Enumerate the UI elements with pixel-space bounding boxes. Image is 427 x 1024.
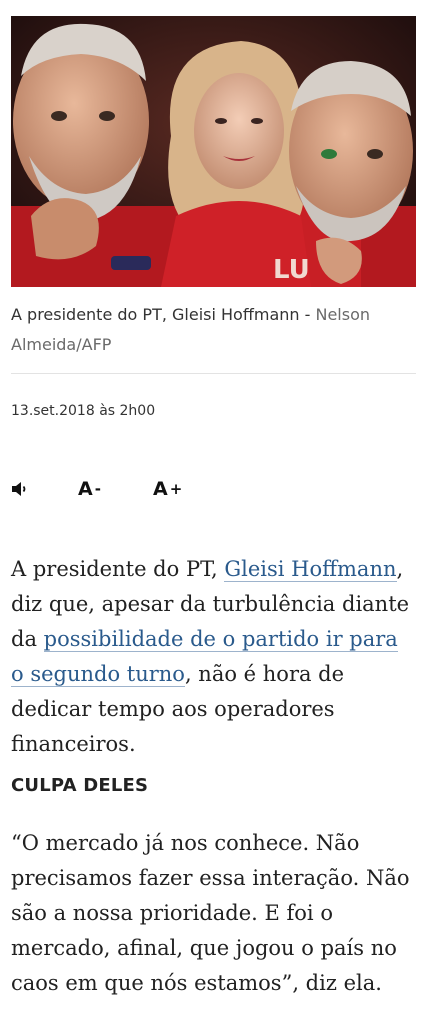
link-gleisi-hoffmann[interactable]: Gleisi Hoffmann bbox=[224, 557, 397, 582]
caption-text: A presidente do PT, Gleisi Hoffmann - bbox=[11, 305, 316, 324]
increase-font-label: A + bbox=[153, 478, 182, 500]
divider bbox=[11, 373, 416, 374]
decrease-font-button[interactable]: A- bbox=[78, 476, 101, 502]
article-paragraph-2: “O mercado já nos conhece. Não precisamo… bbox=[11, 831, 410, 995]
svg-text:LU: LU bbox=[273, 255, 310, 285]
publish-date: 13.set.2018 às 2h00 bbox=[11, 403, 156, 419]
photo-image: LU bbox=[11, 16, 416, 287]
decrease-font-letter: A bbox=[78, 478, 93, 500]
photo-caption: A presidente do PT, Gleisi Hoffmann - Ne… bbox=[11, 300, 416, 360]
listen-button[interactable] bbox=[11, 476, 33, 502]
section-subhead: CULPA DELES bbox=[11, 775, 149, 796]
plus-symbol: + bbox=[169, 480, 183, 498]
speaker-icon bbox=[12, 482, 26, 496]
article-paragraph-1: A presidente do PT, Gleisi Hoffmann, diz… bbox=[11, 552, 417, 762]
article-photo: LU bbox=[11, 16, 416, 287]
increase-font-letter: A bbox=[153, 478, 168, 500]
decrease-font-label: A- bbox=[78, 478, 101, 500]
increase-font-button[interactable]: A + bbox=[153, 476, 182, 502]
paragraph-1-text-a: A presidente do PT, bbox=[11, 557, 225, 581]
minus-symbol: - bbox=[94, 480, 101, 498]
